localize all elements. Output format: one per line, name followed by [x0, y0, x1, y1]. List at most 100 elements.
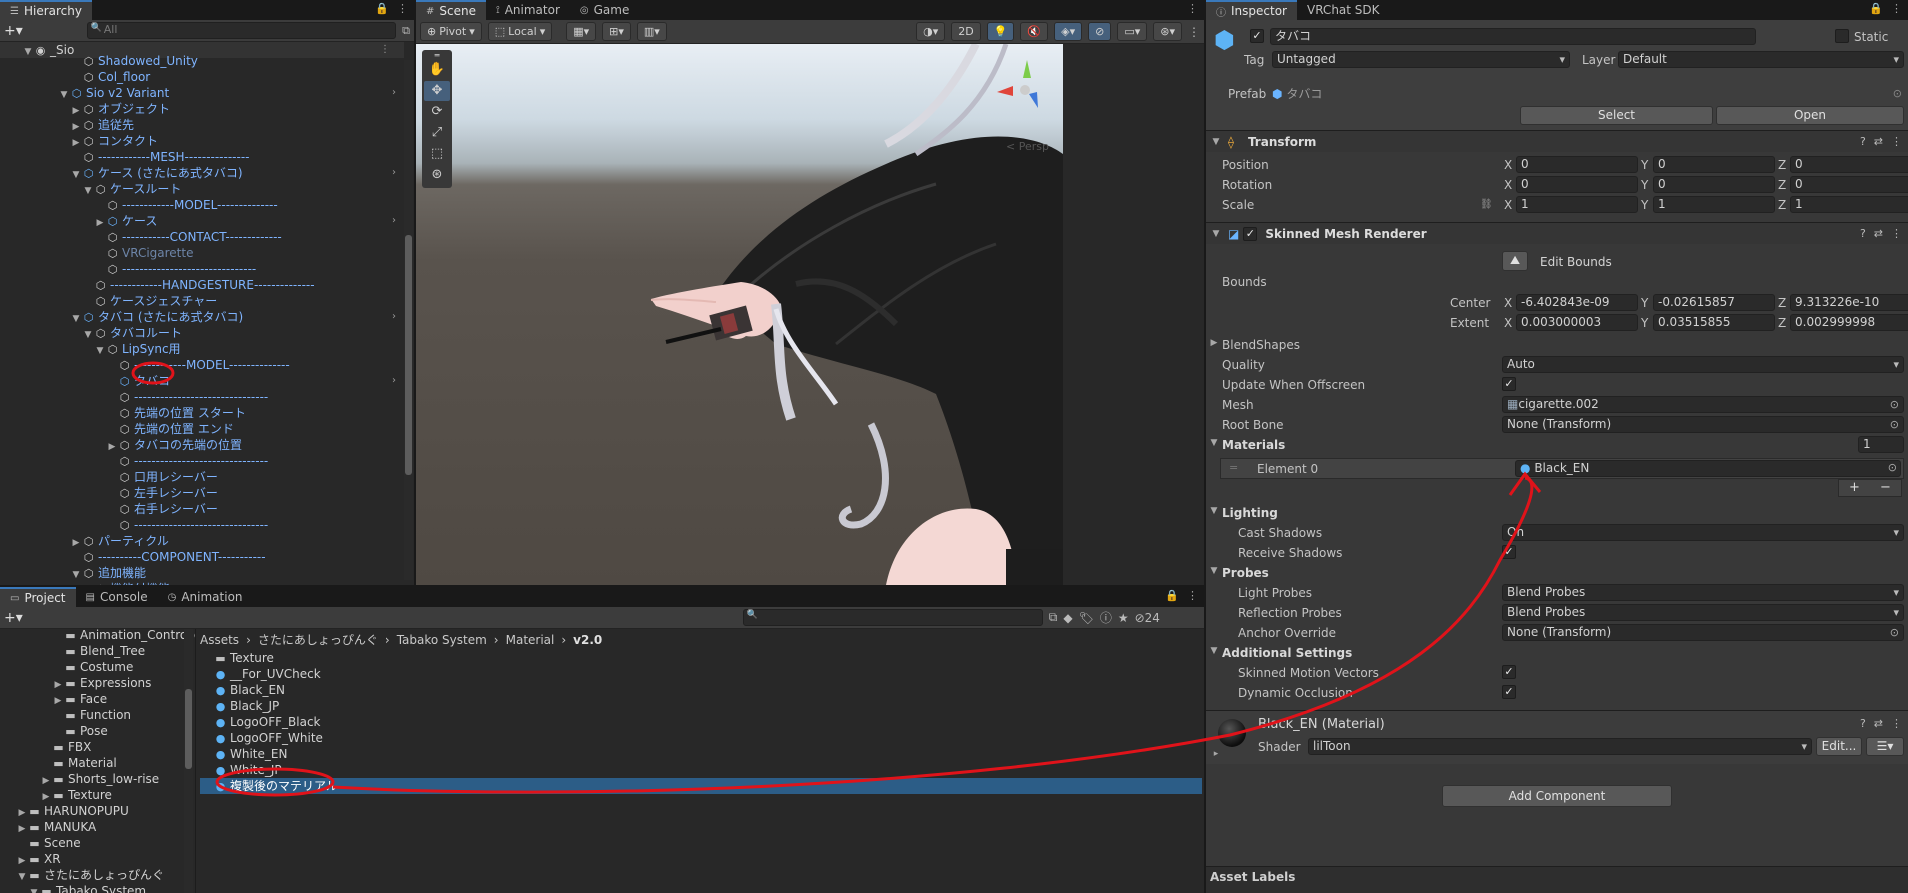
bounds-extent-y-field[interactable]: 0.03515855 — [1653, 314, 1775, 331]
tag-dropdown[interactable]: Untagged — [1272, 51, 1570, 68]
folder-tree-item[interactable]: ▶ ▬ XR — [0, 851, 188, 867]
axis-x-label[interactable]: X — [1504, 177, 1512, 193]
bounds-center-z-field[interactable]: 9.313226e-10 — [1790, 294, 1908, 311]
hierarchy-row[interactable]: ⬡ ------------MODEL-------------- — [0, 197, 404, 213]
label-icon[interactable]: 🏷 — [1079, 611, 1094, 625]
asset-labels-bar[interactable]: Asset Labels — [1206, 866, 1908, 893]
element0-material-field[interactable]: ● Black_EN — [1515, 460, 1901, 477]
hierarchy-row[interactable]: ⬡ 右手レシーバー — [0, 501, 404, 517]
folder-tree-item[interactable]: ▼ ▬ さたにあしょっぴんぐ — [0, 867, 188, 883]
align-button[interactable]: ▥▾ — [636, 22, 667, 41]
tab-animation[interactable]: ◷ Animation — [158, 587, 253, 607]
persp-label[interactable]: < Persp — [1006, 140, 1049, 153]
chevron-right-icon[interactable]: › — [392, 85, 396, 101]
axis-z-label[interactable]: Z — [1778, 197, 1786, 213]
cast-shadows-dropdown[interactable]: On — [1502, 524, 1904, 541]
hierarchy-row[interactable]: ⬡ ------------------------------- — [0, 389, 404, 405]
anchor-override-field[interactable]: None (Transform) ⊙ — [1502, 624, 1904, 641]
prefab-asset-field[interactable]: ⬢ タバコ — [1272, 86, 1322, 102]
mesh-field[interactable]: ▦cigarette.002 ⊙ — [1502, 396, 1904, 413]
smr-enabled-checkbox[interactable]: ✓ — [1243, 226, 1258, 241]
hidden-count-icon[interactable]: ⊘24 — [1135, 611, 1160, 625]
folder-tree-item[interactable]: ▶ ▬ Shorts_low-rise — [0, 771, 188, 787]
materials-foldout[interactable]: Materials — [1222, 437, 1285, 453]
rotation-z-field[interactable]: 0 — [1790, 176, 1908, 193]
folder-tree-item[interactable]: ▬ Material — [0, 755, 188, 771]
axis-x-label[interactable]: X — [1504, 295, 1512, 311]
scale-tool-icon[interactable]: ⤢ — [424, 123, 450, 143]
bounds-center-x-field[interactable]: -6.402843e-09 — [1516, 294, 1638, 311]
dynamic-occlusion-checkbox[interactable]: ✓ — [1502, 685, 1516, 699]
kebab-menu-icon[interactable]: ⋮ — [1187, 589, 1198, 602]
help-icon[interactable]: ? — [1860, 135, 1866, 148]
skinned-mesh-renderer-header[interactable]: ▼ ◪ ✓ Skinned Mesh Renderer ? ⇄ ⋮ — [1206, 222, 1908, 244]
additional-settings-foldout[interactable]: Additional Settings — [1222, 645, 1352, 661]
collapse-arrow-icon[interactable]: ▼ — [1210, 137, 1222, 147]
expand-arrow-icon[interactable]: ▶ — [1208, 338, 1220, 348]
add-icon[interactable]: +▾ — [4, 610, 23, 626]
reflection-probes-dropdown[interactable]: Blend Probes — [1502, 604, 1904, 621]
bounds-extent-z-field[interactable]: 0.002999998 — [1790, 314, 1908, 331]
skinned-motion-vectors-checkbox[interactable]: ✓ — [1502, 665, 1516, 679]
hand-tool-icon[interactable]: ✋ — [424, 60, 450, 80]
scene-visibility-icon[interactable]: ⧉ — [402, 24, 410, 38]
filter-icon[interactable]: ◆ — [1063, 611, 1072, 625]
hierarchy-row[interactable]: ⬡ ------------------------------- — [0, 453, 404, 469]
breadcrumb-v2[interactable]: v2.0 — [573, 631, 602, 649]
scale-z-field[interactable]: 1 — [1790, 196, 1908, 213]
pivot-dropdown[interactable]: ⊕ Pivot ▾ — [420, 22, 482, 41]
add-icon[interactable]: +▾ — [4, 23, 23, 39]
scene-viewport[interactable]: ═ ✋ ✥ ⟳ ⤢ ⬚ ⊛ < Persp — [416, 44, 1063, 585]
asset-row[interactable]: ● LogoOFF_White — [200, 730, 1202, 746]
breadcrumb-material[interactable]: Material — [506, 631, 555, 649]
help-icon[interactable]: ? — [1860, 717, 1866, 730]
hidden-objects-icon[interactable]: ⊘ — [1088, 22, 1112, 41]
hierarchy-row[interactable]: ▼ ⬡ ケースルート — [0, 181, 404, 197]
kebab-menu-icon[interactable]: ⋮ — [1187, 2, 1198, 15]
tab-animator[interactable]: ⟟ Animator — [486, 0, 570, 20]
draw-mode-dropdown[interactable]: ◑▾ — [916, 22, 946, 41]
collapse-arrow-icon[interactable]: ▼ — [1208, 646, 1220, 656]
folder-tree-item[interactable]: ▶ ▬ Face — [0, 691, 188, 707]
kebab-menu-icon[interactable]: ⋮ — [1891, 135, 1902, 148]
hierarchy-row[interactable]: ⬡ ------------HANDGESTURE-------------- — [0, 277, 404, 293]
move-tool-icon[interactable]: ✥ — [424, 81, 450, 101]
asset-row-selected[interactable]: ● 複製後のマテリアル — [200, 778, 1202, 794]
asset-row[interactable]: ● __For_UVCheck — [200, 666, 1202, 682]
bounds-center-y-field[interactable]: -0.02615857 — [1653, 294, 1775, 311]
chevron-right-icon[interactable]: › — [392, 213, 396, 229]
remove-element-icon[interactable]: − — [1880, 480, 1891, 496]
axis-z-label[interactable]: Z — [1778, 157, 1786, 173]
object-picker-icon[interactable]: ⊙ — [1890, 625, 1899, 640]
help-icon[interactable]: ? — [1860, 227, 1866, 240]
chevron-right-icon[interactable]: › — [392, 309, 396, 325]
folder-tree-item[interactable]: ▼ ▬ Tabako System — [0, 883, 188, 893]
bounds-extent-x-field[interactable]: 0.003000003 — [1516, 314, 1638, 331]
folder-tree-item[interactable]: ▬ Blend_Tree — [0, 643, 188, 659]
object-picker-icon[interactable]: ⊙ — [1888, 461, 1897, 474]
snap-increment-button[interactable]: ⊞▾ — [602, 22, 631, 41]
update-when-offscreen-checkbox[interactable]: ✓ — [1502, 377, 1516, 391]
effects-dropdown[interactable]: ◈▾ — [1054, 22, 1083, 41]
axis-z-label[interactable]: Z — [1778, 295, 1786, 311]
add-component-button[interactable]: Add Component — [1442, 785, 1672, 807]
tab-inspector[interactable]: ⓘ Inspector — [1206, 0, 1297, 20]
lock-icon[interactable]: 🔒 — [1165, 589, 1179, 602]
axis-y-label[interactable]: Y — [1641, 315, 1648, 331]
scale-x-field[interactable]: 1 — [1516, 196, 1638, 213]
breadcrumb-shop[interactable]: さたにあしょっぴんぐ — [258, 631, 378, 649]
chevron-right-icon[interactable]: › — [392, 373, 396, 389]
position-x-field[interactable]: 0 — [1516, 156, 1638, 173]
rotation-x-field[interactable]: 0 — [1516, 176, 1638, 193]
search-by-type-icon[interactable]: ⧉ — [1049, 610, 1058, 625]
folder-tree-item[interactable]: ▬ Scene — [0, 835, 188, 851]
tab-vrchat-sdk[interactable]: VRChat SDK — [1297, 0, 1390, 20]
edit-bounds-button[interactable]: ⛰ — [1502, 251, 1528, 271]
tab-hierarchy[interactable]: ☰ Hierarchy — [0, 0, 92, 20]
transform-header[interactable]: ▼ ⟠ Transform ? ⇄ ⋮ — [1206, 130, 1908, 152]
favorite-star-icon[interactable]: ★ — [1118, 611, 1129, 625]
kebab-menu-icon[interactable]: ⋮ — [1891, 227, 1902, 240]
kebab-menu-icon[interactable]: ⋮ — [397, 2, 408, 15]
receive-shadows-checkbox[interactable]: ✓ — [1502, 545, 1516, 559]
hierarchy-row[interactable]: ▼ ⬡ Sio v2 Variant › — [0, 85, 404, 101]
